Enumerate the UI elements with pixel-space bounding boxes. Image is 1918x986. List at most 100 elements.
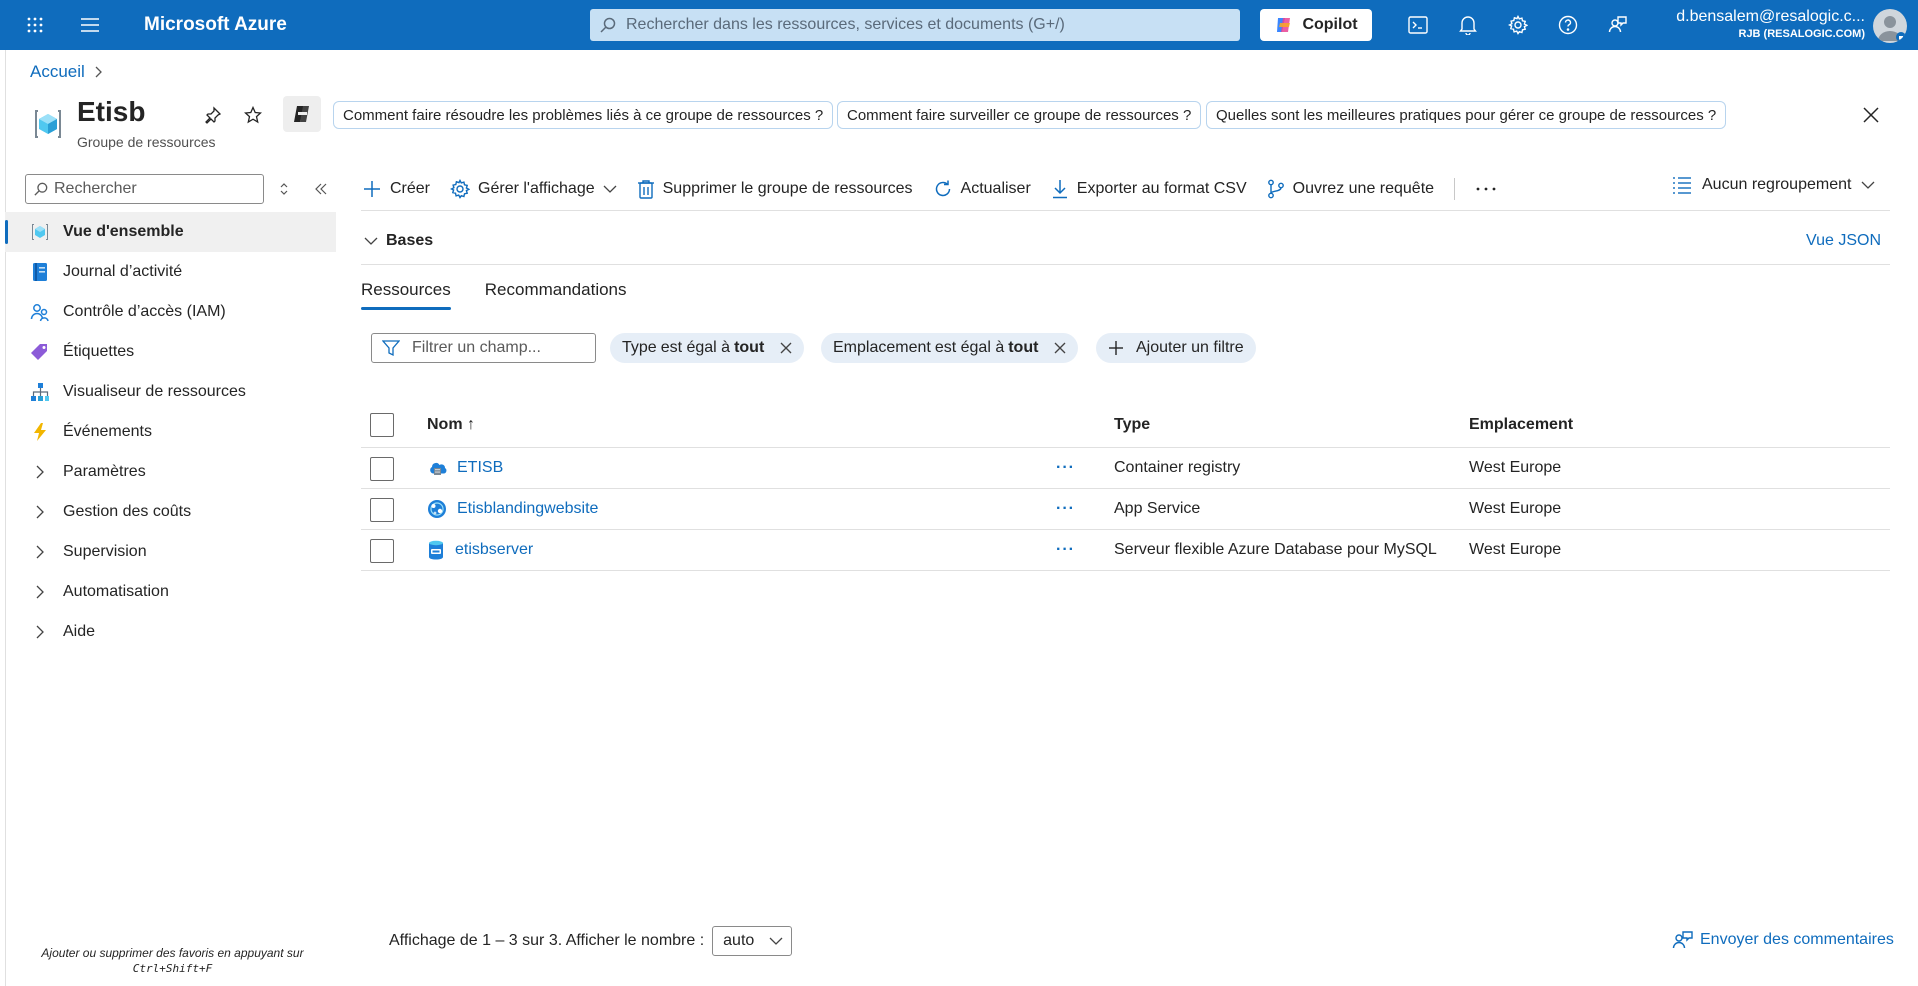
remove-filter-icon[interactable]	[780, 342, 792, 354]
expand-collapse-icon[interactable]	[273, 178, 295, 200]
sidebar-item-overview[interactable]: Vue d'ensemble	[5, 212, 336, 252]
cloud-shell-icon[interactable]	[1393, 0, 1443, 50]
notifications-icon[interactable]	[1443, 0, 1493, 50]
page-size-select[interactable]: auto	[712, 926, 793, 956]
row-checkbox[interactable]	[370, 539, 394, 563]
create-button[interactable]: Créer	[362, 179, 430, 199]
tab-resources[interactable]: Ressources	[361, 280, 451, 310]
row-checkbox[interactable]	[370, 498, 394, 522]
brand-title[interactable]: Microsoft Azure	[144, 14, 287, 36]
collapse-sidebar-icon[interactable]	[310, 178, 332, 200]
copilot-button[interactable]: Copilot	[1260, 9, 1372, 41]
breadcrumb: Accueil	[30, 62, 103, 82]
avatar[interactable]	[1873, 9, 1907, 43]
delete-resource-group-button[interactable]: Supprimer le groupe de ressources	[637, 179, 913, 199]
favorite-star-icon[interactable]	[240, 102, 266, 128]
tab-recommendations[interactable]: Recommandations	[485, 280, 627, 310]
settings-gear-icon[interactable]	[1493, 0, 1543, 50]
location-filter-pill[interactable]: Emplacement est égal à tout	[821, 333, 1079, 363]
chevron-down-icon	[1861, 181, 1875, 189]
sidebar-item-events[interactable]: Événements	[5, 412, 336, 452]
type-filter-op: est égal à	[660, 339, 731, 356]
select-all-checkbox[interactable]	[370, 413, 394, 437]
row-more-button[interactable]: ···	[1056, 489, 1075, 529]
manage-view-button[interactable]: Gérer l'affichage	[450, 179, 617, 199]
sidebar-item-resource-visualizer[interactable]: Visualiseur de ressources	[5, 372, 336, 412]
resource-link[interactable]: ETISB	[457, 459, 503, 477]
favorites-hint-text: Ajouter ou supprimer des favoris en appu…	[41, 946, 304, 960]
column-header-location[interactable]: Emplacement	[1469, 402, 1573, 447]
resource-visualizer-icon	[29, 381, 51, 403]
global-search-placeholder: Rechercher dans les ressources, services…	[626, 16, 1065, 33]
app-launcher-icon[interactable]	[15, 0, 55, 50]
pagination: Affichage de 1 – 3 sur 3. Afficher le no…	[389, 926, 793, 956]
location-cell: West Europe	[1469, 500, 1562, 517]
sidebar-item-label: Aide	[63, 623, 96, 640]
row-checkbox[interactable]	[370, 457, 394, 481]
sidebar-search-input[interactable]: Rechercher	[25, 174, 264, 204]
topbar-actions	[1393, 0, 1643, 50]
location-cell: West Europe	[1469, 541, 1562, 558]
suggestion-chip-best-practices[interactable]: Quelles sont les meilleures pratiques po…	[1206, 101, 1727, 129]
column-header-name[interactable]: Nom ↑	[427, 402, 475, 447]
essentials-toggle[interactable]: Bases	[364, 232, 433, 250]
sidebar-item-monitoring[interactable]: Supervision	[5, 532, 336, 572]
row-more-button[interactable]: ···	[1056, 530, 1075, 570]
portal-menu-icon[interactable]	[70, 0, 110, 50]
type-filter-field: Type	[622, 339, 657, 356]
page-subtitle: Groupe de ressources	[77, 134, 216, 150]
help-icon[interactable]	[1543, 0, 1593, 50]
sidebar-item-automation[interactable]: Automatisation	[5, 572, 336, 612]
remove-filter-icon[interactable]	[1054, 342, 1066, 354]
filter-field-input[interactable]: Filtrer un champ...	[371, 333, 596, 363]
column-header-type[interactable]: Type	[1114, 402, 1150, 447]
open-query-button[interactable]: Ouvrez une requête	[1267, 179, 1434, 199]
close-icon[interactable]	[1858, 102, 1884, 128]
copilot-suggest-button[interactable]	[283, 96, 321, 132]
grouping-dropdown[interactable]: Aucun regroupement	[1672, 176, 1875, 194]
type-filter-pill[interactable]: Type est égal à tout	[610, 333, 805, 363]
suggestion-chip-monitor[interactable]: Comment faire surveiller ce groupe de re…	[837, 101, 1202, 129]
sidebar-item-cost-management[interactable]: Gestion des coûts	[5, 492, 336, 532]
resource-link[interactable]: Etisblandingwebsite	[457, 500, 598, 518]
container-registry-icon	[430, 462, 447, 475]
top-bar: Microsoft Azure Rechercher dans les ress…	[0, 0, 1918, 50]
chevron-right-icon	[95, 66, 102, 78]
resource-group-icon	[35, 110, 61, 138]
pin-icon[interactable]	[200, 102, 226, 128]
filter-placeholder: Filtrer un champ...	[412, 339, 541, 356]
app-service-icon	[428, 500, 446, 518]
refresh-button[interactable]: Actualiser	[933, 179, 1031, 199]
sidebar-item-activity-log[interactable]: Journal d’activité	[5, 252, 336, 292]
resource-link[interactable]: etisbserver	[455, 541, 533, 559]
sidebar-item-label: Journal d’activité	[63, 263, 183, 280]
create-label: Créer	[390, 180, 431, 197]
export-csv-button[interactable]: Exporter au format CSV	[1051, 179, 1247, 199]
feedback-icon[interactable]	[1593, 0, 1643, 50]
sidebar-item-iam[interactable]: Contrôle d’accès (IAM)	[5, 292, 336, 332]
account-info[interactable]: d.bensalem@resalogic.c... RJB (RESALOGIC…	[1640, 8, 1865, 40]
breadcrumb-home[interactable]: Accueil	[30, 62, 85, 82]
tab-strip: Ressources Recommandations	[361, 280, 627, 310]
suggestion-chip-troubleshoot[interactable]: Comment faire résoudre les problèmes lié…	[333, 101, 834, 129]
global-search-input[interactable]: Rechercher dans les ressources, services…	[590, 9, 1240, 41]
query-label: Ouvrez une requête	[1292, 180, 1435, 197]
search-icon	[34, 182, 48, 196]
chevron-right-icon	[29, 545, 51, 559]
sidebar-item-tags[interactable]: Étiquettes	[5, 332, 336, 372]
toolbar-more-button[interactable]	[1475, 186, 1497, 192]
send-feedback-link[interactable]: Envoyer des commentaires	[1672, 930, 1894, 950]
json-view-link[interactable]: Vue JSON	[1806, 232, 1881, 250]
activity-log-icon	[29, 261, 51, 283]
add-filter-button[interactable]: Ajouter un filtre	[1096, 333, 1256, 363]
chevron-down-icon	[769, 937, 783, 945]
query-icon	[1267, 179, 1284, 199]
page-title: Etisb	[77, 96, 146, 127]
resources-table: Nom ↑ Type Emplacement ETISB ··· Contain…	[361, 402, 1890, 571]
sidebar-item-help[interactable]: Aide	[5, 612, 336, 652]
sidebar-item-label: Étiquettes	[63, 343, 135, 360]
row-more-button[interactable]: ···	[1056, 448, 1075, 488]
sidebar-item-settings[interactable]: Paramètres	[5, 452, 336, 492]
export-label: Exporter au format CSV	[1076, 180, 1247, 197]
list-icon	[1673, 177, 1691, 194]
